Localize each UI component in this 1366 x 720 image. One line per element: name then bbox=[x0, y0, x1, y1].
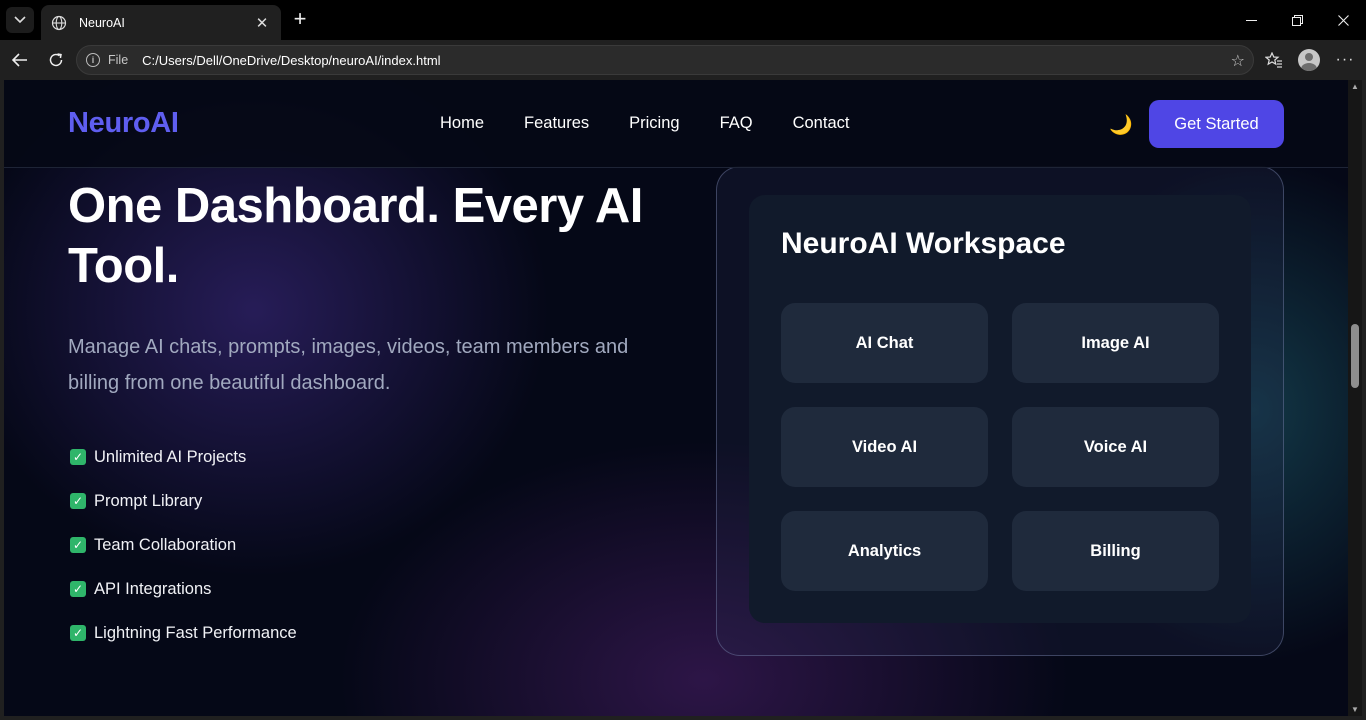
main-nav: Home Features Pricing FAQ Contact bbox=[440, 114, 849, 133]
workspace-title: NeuroAI Workspace bbox=[781, 227, 1066, 260]
url-text[interactable]: C:/Users/Dell/OneDrive/Desktop/neuroAI/i… bbox=[142, 53, 440, 68]
scroll-up-icon[interactable]: ▲ bbox=[1351, 82, 1359, 91]
feature-label: Prompt Library bbox=[94, 491, 203, 510]
browser-tab-strip: NeuroAI ✕ + bbox=[0, 0, 1366, 40]
address-bar[interactable]: i File C:/Users/Dell/OneDrive/Desktop/ne… bbox=[76, 45, 1254, 75]
list-item: ✓ API Integrations bbox=[70, 572, 297, 616]
more-icon[interactable]: ··· bbox=[1333, 48, 1357, 72]
check-icon: ✓ bbox=[70, 581, 86, 597]
globe-icon bbox=[51, 15, 67, 30]
list-item: ✓ Unlimited AI Projects bbox=[70, 440, 297, 484]
tab-title: NeuroAI bbox=[79, 15, 125, 30]
get-started-button[interactable]: Get Started bbox=[1149, 100, 1284, 148]
scrollbar-thumb[interactable] bbox=[1351, 324, 1359, 388]
check-icon: ✓ bbox=[70, 537, 86, 553]
nav-features[interactable]: Features bbox=[524, 114, 589, 133]
nav-home[interactable]: Home bbox=[440, 114, 484, 133]
tool-card-ai-chat[interactable]: AI Chat bbox=[781, 303, 988, 383]
list-item: ✓ Prompt Library bbox=[70, 484, 297, 528]
maximize-icon[interactable] bbox=[1274, 0, 1320, 40]
nav-faq[interactable]: FAQ bbox=[720, 114, 753, 133]
window-frame-bottom bbox=[0, 716, 1366, 720]
feature-list: ✓ Unlimited AI Projects ✓ Prompt Library ✓… bbox=[70, 440, 297, 660]
nav-contact[interactable]: Contact bbox=[793, 114, 850, 133]
tool-card-analytics[interactable]: Analytics bbox=[781, 511, 988, 591]
window-frame-right bbox=[1362, 80, 1366, 720]
check-icon: ✓ bbox=[70, 493, 86, 509]
nav-pricing[interactable]: Pricing bbox=[629, 114, 679, 133]
scroll-down-icon[interactable]: ▼ bbox=[1351, 705, 1359, 714]
moon-icon[interactable]: 🌙 bbox=[1109, 113, 1133, 137]
feature-label: Unlimited AI Projects bbox=[94, 447, 247, 466]
avatar bbox=[1298, 49, 1320, 71]
star-icon[interactable]: ☆ bbox=[1231, 51, 1245, 71]
hero-title: One Dashboard. Every AI Tool. bbox=[68, 179, 643, 293]
browser-toolbar: i File C:/Users/Dell/OneDrive/Desktop/ne… bbox=[0, 40, 1366, 80]
profile-icon[interactable] bbox=[1297, 48, 1321, 72]
browser-tab[interactable]: NeuroAI ✕ bbox=[41, 5, 281, 40]
list-item: ✓ Lightning Fast Performance bbox=[70, 616, 297, 660]
tool-card-image-ai[interactable]: Image AI bbox=[1012, 303, 1219, 383]
window-close-icon[interactable] bbox=[1320, 0, 1366, 40]
favorites-icon[interactable] bbox=[1262, 48, 1286, 72]
feature-label: Lightning Fast Performance bbox=[94, 623, 297, 642]
info-icon[interactable]: i bbox=[86, 53, 100, 67]
list-item: ✓ Team Collaboration bbox=[70, 528, 297, 572]
minimize-icon[interactable] bbox=[1228, 0, 1274, 40]
feature-label: Team Collaboration bbox=[94, 535, 237, 554]
hero-subtitle: Manage AI chats, prompts, images, videos… bbox=[68, 336, 629, 394]
site-header: NeuroAI Home Features Pricing FAQ Contac… bbox=[4, 80, 1348, 168]
tool-card-voice-ai[interactable]: Voice AI bbox=[1012, 407, 1219, 487]
window-frame-left bbox=[0, 80, 4, 720]
plus-icon[interactable]: + bbox=[288, 8, 312, 32]
check-icon: ✓ bbox=[70, 449, 86, 465]
close-icon[interactable]: ✕ bbox=[253, 14, 271, 32]
check-icon: ✓ bbox=[70, 625, 86, 641]
reload-icon[interactable] bbox=[44, 48, 68, 72]
feature-label: API Integrations bbox=[94, 579, 212, 598]
tab-list-icon[interactable] bbox=[6, 7, 34, 33]
back-icon[interactable] bbox=[8, 48, 32, 72]
tool-card-billing[interactable]: Billing bbox=[1012, 511, 1219, 591]
url-scheme: File bbox=[108, 53, 129, 67]
logo[interactable]: NeuroAI bbox=[68, 107, 179, 140]
page-viewport: NeuroAI Home Features Pricing FAQ Contac… bbox=[4, 80, 1348, 716]
workspace-card: NeuroAI Workspace AI Chat Image AI Video… bbox=[749, 195, 1251, 623]
tool-card-video-ai[interactable]: Video AI bbox=[781, 407, 988, 487]
scrollbar[interactable]: ▲ ▼ bbox=[1348, 80, 1362, 716]
